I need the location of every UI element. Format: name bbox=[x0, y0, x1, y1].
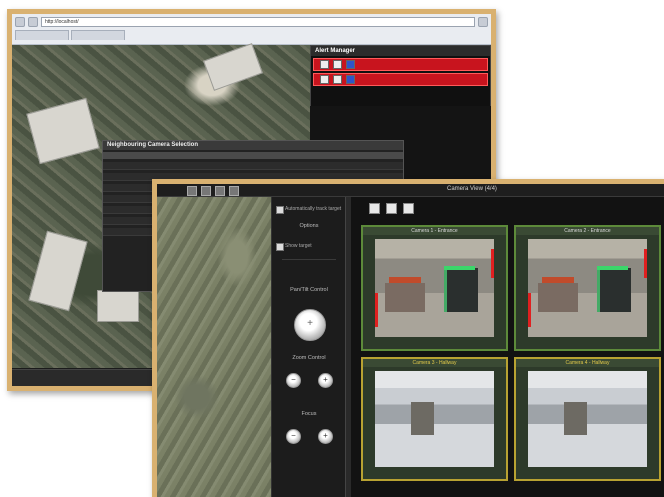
zoom-icon[interactable] bbox=[201, 186, 211, 196]
camera-feed[interactable] bbox=[375, 371, 494, 467]
camera-icon bbox=[320, 60, 329, 69]
pan-icon[interactable] bbox=[215, 186, 225, 196]
alarm-marker bbox=[644, 248, 647, 279]
dialog-title: Neighbouring Camera Selection bbox=[103, 141, 403, 150]
alert-row[interactable] bbox=[313, 73, 488, 86]
layers-icon[interactable] bbox=[229, 186, 239, 196]
info-icon bbox=[346, 60, 355, 69]
camera-feed[interactable] bbox=[528, 239, 647, 337]
focus-far-button[interactable]: + bbox=[318, 429, 333, 444]
alarm-marker bbox=[375, 292, 378, 328]
camera-cell-title: Camera 3 - Hallway bbox=[363, 359, 506, 367]
camera-cell-title: Camera 2 - Entrance bbox=[516, 227, 659, 235]
track-checkbox[interactable] bbox=[276, 206, 284, 214]
forward-arrow-icon[interactable] bbox=[28, 17, 38, 27]
address-bar[interactable]: http://localhost/ bbox=[41, 17, 475, 27]
alert-panel-title: Alert Manager bbox=[311, 46, 490, 56]
map-building bbox=[28, 230, 88, 312]
satellite-map-front[interactable] bbox=[157, 197, 271, 497]
zoom-in-button[interactable]: + bbox=[318, 373, 333, 388]
map-building bbox=[26, 97, 100, 165]
camera-cell-title: Camera 4 - Hallway bbox=[516, 359, 659, 367]
table-row[interactable] bbox=[103, 162, 403, 170]
select-icon[interactable] bbox=[187, 186, 197, 196]
alert-panel: Alert Manager bbox=[310, 45, 491, 107]
layout-1x1-icon[interactable] bbox=[369, 203, 380, 214]
info-icon bbox=[346, 75, 355, 84]
camera-cell[interactable]: Camera 1 - Entrance bbox=[361, 225, 508, 351]
front-toolbar: Camera View (4/4) bbox=[157, 184, 664, 197]
camera-cell[interactable]: Camera 3 - Hallway bbox=[361, 357, 508, 481]
camera-cell[interactable]: Camera 4 - Hallway bbox=[514, 357, 661, 481]
alert-row[interactable] bbox=[313, 58, 488, 71]
detection-bar bbox=[444, 266, 475, 271]
browser-tab[interactable] bbox=[71, 30, 125, 40]
focus-near-button[interactable]: − bbox=[286, 429, 301, 444]
camera-icon bbox=[320, 75, 329, 84]
camera-icon bbox=[333, 60, 342, 69]
back-arrow-icon[interactable] bbox=[15, 17, 25, 27]
browser-tab[interactable] bbox=[15, 30, 69, 40]
dialog-table-header bbox=[103, 152, 403, 159]
camera-cell[interactable]: Camera 2 - Entrance bbox=[514, 225, 661, 351]
layout-3x3-icon[interactable] bbox=[403, 203, 414, 214]
ptz-joystick[interactable] bbox=[294, 309, 326, 341]
divider bbox=[282, 259, 336, 260]
camera-control-panel: Automatically track target Options Show … bbox=[271, 197, 347, 497]
zoom-out-button[interactable]: − bbox=[286, 373, 301, 388]
ptz-label: Pan/Tilt Control bbox=[290, 287, 328, 293]
options-label: Options bbox=[299, 223, 319, 229]
layout-2x2-icon[interactable] bbox=[386, 203, 397, 214]
browser-chrome: http://localhost/ bbox=[12, 14, 491, 45]
camera-feed[interactable] bbox=[528, 371, 647, 467]
zoom-label: Zoom Control bbox=[292, 355, 326, 361]
camera-grid: Camera 1 - Entrance Camera 2 - Entrance … bbox=[351, 197, 664, 497]
map-building bbox=[203, 43, 263, 91]
focus-label: Focus bbox=[301, 411, 317, 417]
alarm-marker bbox=[491, 248, 494, 279]
show-target-checkbox[interactable] bbox=[276, 243, 284, 251]
refresh-icon[interactable] bbox=[478, 17, 488, 27]
track-checkbox-label: Automatically track target bbox=[285, 206, 342, 212]
camera-feed[interactable] bbox=[375, 239, 494, 337]
front-screenshot: Camera View (4/4) Automatically track ta… bbox=[152, 179, 664, 497]
map-building bbox=[97, 290, 139, 322]
camera-icon bbox=[333, 75, 342, 84]
show-target-label: Show target bbox=[285, 243, 312, 249]
window-title: Camera View (4/4) bbox=[447, 186, 497, 192]
alarm-marker bbox=[528, 292, 531, 328]
camera-cell-title: Camera 1 - Entrance bbox=[363, 227, 506, 235]
detection-bar bbox=[597, 266, 628, 271]
